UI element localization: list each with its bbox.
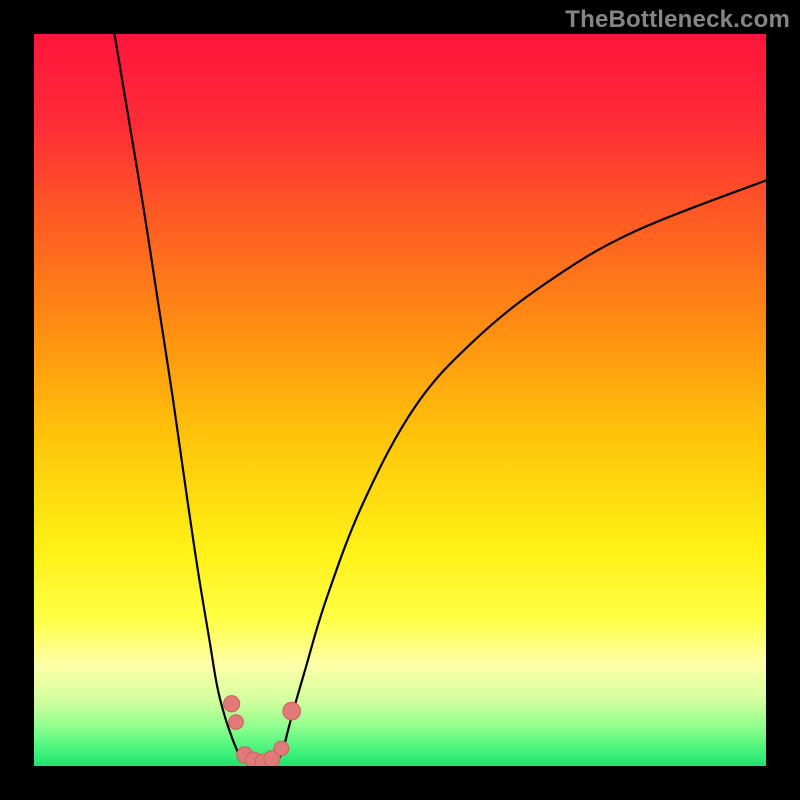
valley-marker bbox=[283, 702, 301, 720]
plot-area bbox=[34, 34, 766, 766]
series-left-branch bbox=[115, 34, 238, 751]
valley-marker bbox=[274, 741, 289, 756]
curve-layer bbox=[34, 34, 766, 766]
outer-frame: TheBottleneck.com bbox=[0, 0, 800, 800]
watermark-text: TheBottleneck.com bbox=[565, 6, 790, 34]
valley-marker bbox=[229, 715, 244, 730]
series-right-branch bbox=[283, 180, 766, 751]
valley-marker bbox=[224, 696, 240, 712]
